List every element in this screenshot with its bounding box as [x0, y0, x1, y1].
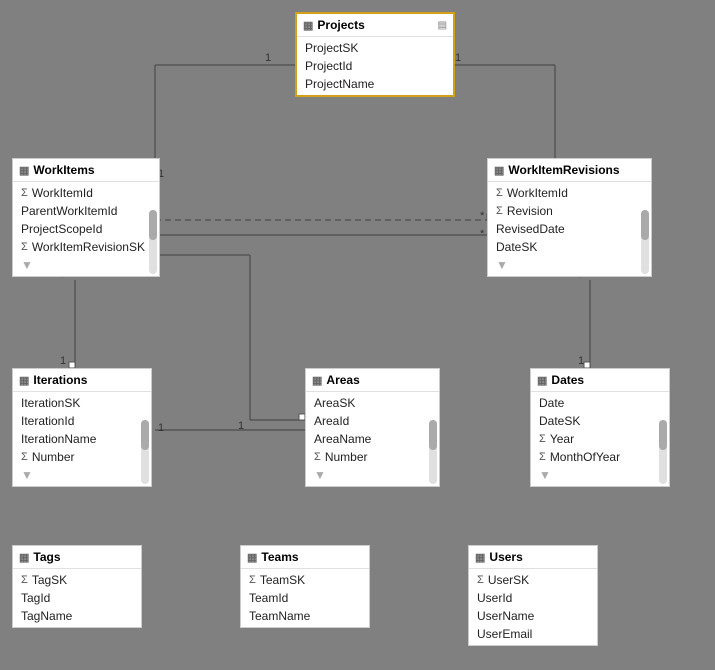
table-icon: ▦ — [303, 19, 313, 32]
table-projects[interactable]: ▦ Projects ▤ ProjectSK ProjectId Project… — [295, 12, 455, 97]
table-row: ΣMonthOfYear — [531, 448, 669, 466]
table-icon: ▦ — [19, 374, 29, 387]
table-row: ▼ — [488, 256, 651, 274]
table-row: TeamId — [241, 589, 369, 607]
table-tags-header: ▦ Tags — [13, 546, 141, 569]
table-row: ΣWorkItemId — [13, 184, 159, 202]
table-row: ▼ — [13, 466, 151, 484]
label-wi-wir-star2: * — [480, 210, 484, 222]
table-areas[interactable]: ▦ Areas AreaSK AreaId AreaName ΣNumber ▼ — [305, 368, 440, 487]
table-row: ΣTagSK — [13, 571, 141, 589]
table-workitems[interactable]: ▦ WorkItems ΣWorkItemId ParentWorkItemId… — [12, 158, 160, 277]
table-row: TagName — [13, 607, 141, 625]
table-row: RevisedDate — [488, 220, 651, 238]
table-row: DateSK — [531, 412, 669, 430]
table-teams-header: ▦ Teams — [241, 546, 369, 569]
table-workitems-header: ▦ WorkItems — [13, 159, 159, 182]
table-row: UserEmail — [469, 625, 597, 643]
table-workitems-body: ΣWorkItemId ParentWorkItemId ProjectScop… — [13, 182, 159, 276]
table-dates[interactable]: ▦ Dates Date DateSK ΣYear ΣMonthOfYear ▼ — [530, 368, 670, 487]
table-dates-body: Date DateSK ΣYear ΣMonthOfYear ▼ — [531, 392, 669, 486]
table-row: UserName — [469, 607, 597, 625]
table-row: ProjectScopeId — [13, 220, 159, 238]
table-row: Date — [531, 394, 669, 412]
label-projects-workitemrev-1: 1 — [455, 52, 461, 64]
table-iterations-body: IterationSK IterationId IterationName ΣN… — [13, 392, 151, 486]
table-row: ▼ — [306, 466, 439, 484]
label-wi-iter-1: 1 — [60, 355, 66, 367]
table-row: ΣUserSK — [469, 571, 597, 589]
scroll-indicator — [429, 420, 437, 484]
table-areas-header: ▦ Areas — [306, 369, 439, 392]
table-row: ParentWorkItemId — [13, 202, 159, 220]
table-icon: ▦ — [19, 551, 29, 564]
table-row: ▼ — [13, 256, 159, 274]
scroll-indicator — [141, 420, 149, 484]
table-row: ΣRevision — [488, 202, 651, 220]
table-teams-body: ΣTeamSK TeamId TeamName — [241, 569, 369, 627]
label-wi-wir-star4: * — [480, 228, 484, 240]
diagram-canvas: 1 1 1 1 * * * * * 1 1 1 * 1 ▦ Projects ▤… — [0, 0, 715, 670]
table-row: ΣWorkItemRevisionSK — [13, 238, 159, 256]
table-workitemrevisions-body: ΣWorkItemId ΣRevision RevisedDate DateSK… — [488, 182, 651, 276]
table-icon: ▦ — [247, 551, 257, 564]
table-row: DateSK — [488, 238, 651, 256]
table-workitemrevisions[interactable]: ▦ WorkItemRevisions ΣWorkItemId ΣRevisio… — [487, 158, 652, 277]
table-row: TagId — [13, 589, 141, 607]
table-dates-header: ▦ Dates — [531, 369, 669, 392]
table-icon: ▦ — [494, 164, 504, 177]
table-areas-body: AreaSK AreaId AreaName ΣNumber ▼ — [306, 392, 439, 486]
table-row: IterationSK — [13, 394, 151, 412]
table-row: ProjectName — [297, 75, 453, 93]
table-iterations-header: ▦ Iterations — [13, 369, 151, 392]
table-row: TeamName — [241, 607, 369, 625]
table-projects-header: ▦ Projects ▤ — [297, 14, 453, 37]
table-row: ΣYear — [531, 430, 669, 448]
table-row: IterationId — [13, 412, 151, 430]
table-row: ΣNumber — [13, 448, 151, 466]
table-icon: ▦ — [312, 374, 322, 387]
scroll-indicator — [149, 210, 157, 274]
table-row: AreaId — [306, 412, 439, 430]
table-row: ▼ — [531, 466, 669, 484]
table-workitemrevisions-header: ▦ WorkItemRevisions — [488, 159, 651, 182]
table-tags[interactable]: ▦ Tags ΣTagSK TagId TagName — [12, 545, 142, 628]
table-row: ProjectSK — [297, 39, 453, 57]
label-iter-areas-1: 1 — [158, 422, 164, 434]
table-icon: ▦ — [475, 551, 485, 564]
table-row: ΣTeamSK — [241, 571, 369, 589]
table-icon: ▦ — [19, 164, 29, 177]
scroll-indicator — [659, 420, 667, 484]
collapse-icon: ▤ — [438, 20, 447, 31]
table-row: ΣNumber — [306, 448, 439, 466]
label-areas-1: 1 — [238, 420, 244, 432]
table-row: AreaName — [306, 430, 439, 448]
table-row: ProjectId — [297, 57, 453, 75]
scroll-indicator — [641, 210, 649, 274]
table-tags-body: ΣTagSK TagId TagName — [13, 569, 141, 627]
table-row: ΣWorkItemId — [488, 184, 651, 202]
table-icon: ▦ — [537, 374, 547, 387]
table-row: IterationName — [13, 430, 151, 448]
label-wir-dates-1: 1 — [578, 355, 584, 367]
table-teams[interactable]: ▦ Teams ΣTeamSK TeamId TeamName — [240, 545, 370, 628]
table-row: UserId — [469, 589, 597, 607]
label-projects-workitems-1: 1 — [265, 52, 271, 64]
table-users-body: ΣUserSK UserId UserName UserEmail — [469, 569, 597, 645]
table-users[interactable]: ▦ Users ΣUserSK UserId UserName UserEmai… — [468, 545, 598, 646]
table-users-header: ▦ Users — [469, 546, 597, 569]
table-projects-body: ProjectSK ProjectId ProjectName — [297, 37, 453, 95]
table-iterations[interactable]: ▦ Iterations IterationSK IterationId Ite… — [12, 368, 152, 487]
table-row: AreaSK — [306, 394, 439, 412]
